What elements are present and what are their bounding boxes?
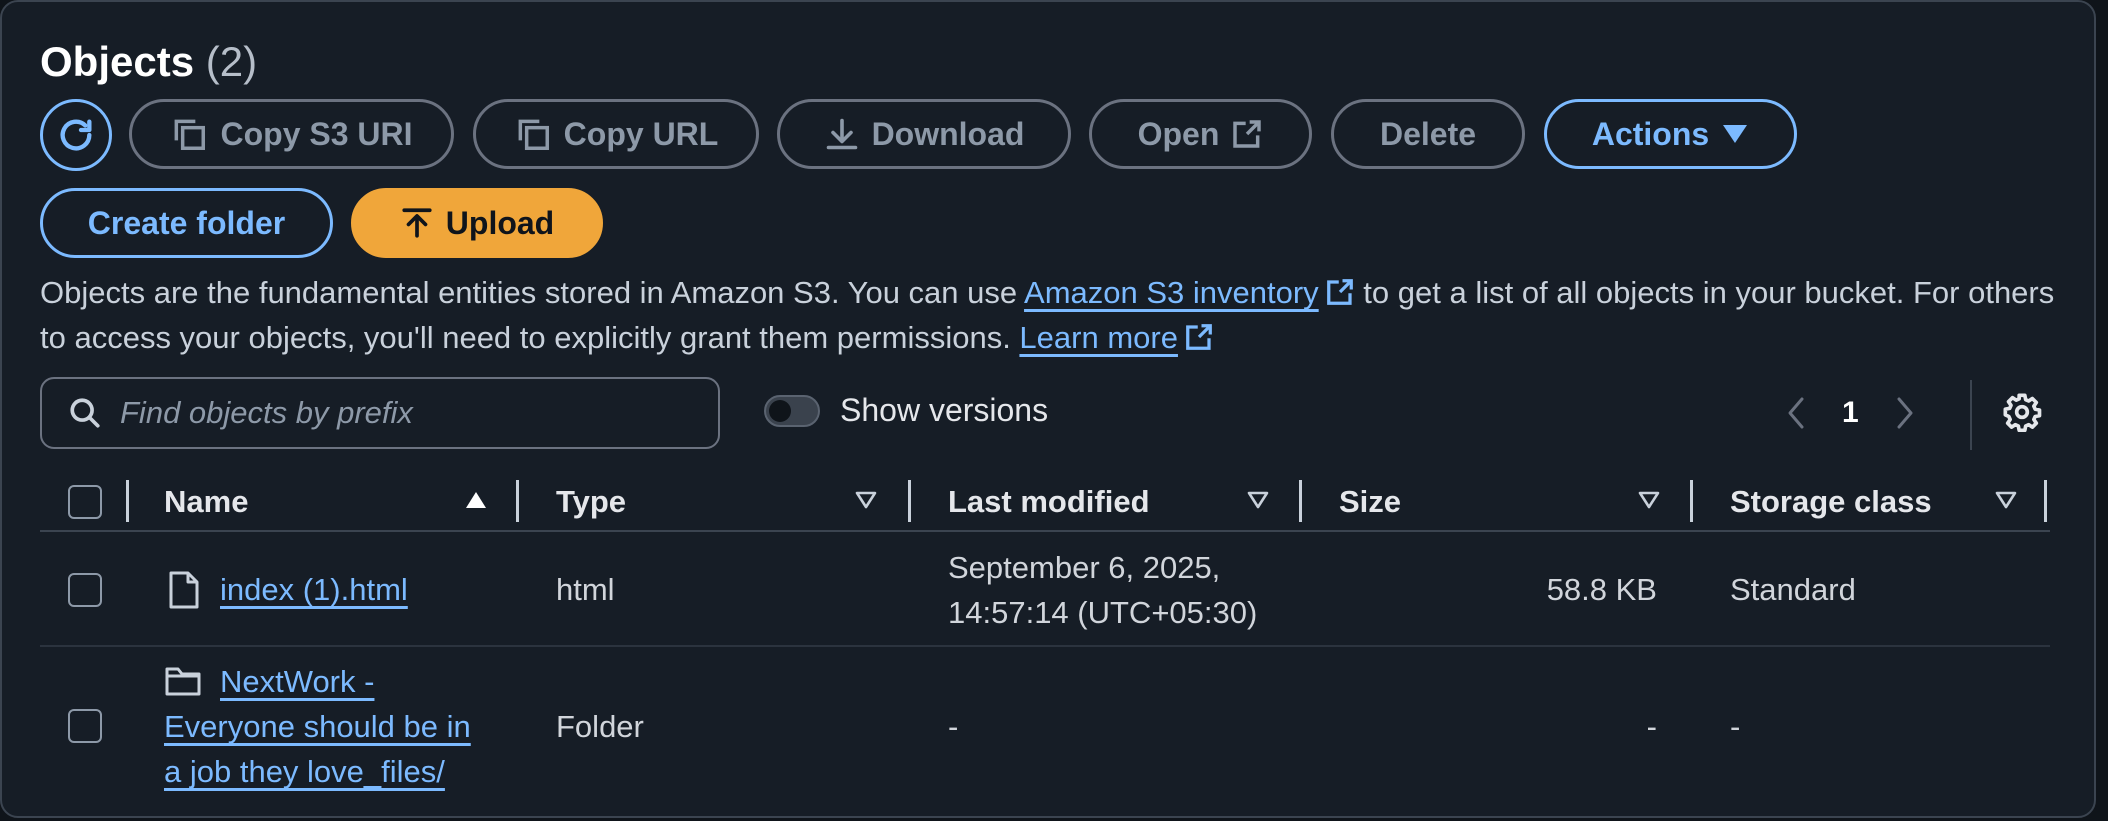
table-row: index (1).html html September 6, 2025, 1…	[40, 533, 2050, 647]
actions-label: Actions	[1591, 115, 1710, 152]
object-last-modified: -	[948, 709, 959, 744]
object-count: (2)	[205, 38, 258, 85]
copy-icon	[518, 119, 549, 150]
search-input[interactable]: Find objects by prefix	[40, 377, 720, 449]
file-icon	[169, 571, 199, 609]
delete-button[interactable]: Delete	[1331, 99, 1525, 169]
folder-name-link-line-2[interactable]: Everyone should be in	[164, 704, 471, 749]
upload-label: Upload	[445, 204, 555, 241]
object-type: html	[556, 572, 615, 607]
create-folder-label: Create folder	[87, 204, 286, 241]
sort-icon[interactable]	[1637, 490, 1661, 510]
upload-icon	[402, 208, 432, 238]
sort-icon[interactable]	[1994, 490, 2018, 510]
object-storage-class: -	[1730, 709, 1741, 744]
table-header: Name Type Last modified Size Storage cla…	[40, 472, 2050, 532]
object-type: Folder	[556, 709, 644, 744]
learn-more-link[interactable]: Learn more	[1019, 320, 1178, 355]
open-button[interactable]: Open	[1089, 99, 1312, 169]
amazon-s3-inventory-link[interactable]: Amazon S3 inventory	[1024, 275, 1319, 310]
download-icon	[826, 118, 857, 150]
copy-s3-uri-button[interactable]: Copy S3 URI	[129, 99, 454, 169]
refresh-button[interactable]	[40, 99, 112, 171]
delete-label: Delete	[1379, 115, 1477, 152]
external-link-icon	[1233, 120, 1262, 148]
folder-icon	[165, 667, 201, 696]
refresh-icon	[60, 119, 92, 151]
download-label: Download	[871, 115, 1025, 152]
row-checkbox[interactable]	[68, 573, 102, 607]
column-header-name[interactable]: Name	[164, 472, 248, 532]
show-versions-control: Show versions	[764, 392, 1048, 429]
pagination-divider	[1970, 380, 1972, 450]
column-header-type[interactable]: Type	[556, 472, 626, 532]
column-header-size[interactable]: Size	[1339, 472, 1401, 532]
select-all-checkbox[interactable]	[68, 485, 102, 519]
copy-url-button[interactable]: Copy URL	[473, 99, 759, 169]
download-button[interactable]: Download	[777, 99, 1071, 169]
column-separator	[126, 480, 129, 522]
copy-s3-uri-label: Copy S3 URI	[220, 115, 413, 152]
object-size: 58.8 KB	[1546, 572, 1657, 607]
open-label: Open	[1137, 115, 1220, 152]
object-last-modified: September 6, 2025, 14:57:14 (UTC+05:30)	[948, 545, 1257, 635]
external-link-icon	[1186, 324, 1212, 350]
copy-url-label: Copy URL	[563, 115, 719, 152]
caret-down-icon	[1723, 125, 1748, 143]
sort-icon[interactable]	[854, 490, 878, 510]
search-icon	[70, 398, 100, 428]
table-row: NextWork - Everyone should be in a job t…	[40, 647, 2050, 797]
objects-description: Objects are the fundamental entities sto…	[40, 270, 2070, 360]
row-checkbox[interactable]	[68, 709, 102, 743]
folder-name-link-line-1[interactable]: NextWork -	[220, 659, 374, 704]
column-separator[interactable]	[1299, 480, 1302, 522]
column-separator[interactable]	[1690, 480, 1693, 522]
column-header-last-modified[interactable]: Last modified	[948, 472, 1150, 532]
search-placeholder: Find objects by prefix	[120, 395, 413, 430]
column-separator[interactable]	[908, 480, 911, 522]
column-separator[interactable]	[2044, 480, 2047, 522]
folder-name-link-line-3[interactable]: a job they love_files/	[164, 749, 445, 794]
actions-dropdown-button[interactable]: Actions	[1544, 99, 1797, 169]
last-modified-time: 14:57:14 (UTC+05:30)	[948, 595, 1258, 630]
external-link-icon	[1326, 279, 1353, 305]
page-title: Objects (2)	[40, 38, 257, 86]
pagination: 1	[1784, 380, 1972, 450]
current-page[interactable]: 1	[1842, 396, 1859, 430]
description-text-1: Objects are the fundamental entities sto…	[40, 275, 1025, 310]
upload-button[interactable]: Upload	[351, 188, 603, 258]
sort-icon[interactable]	[1246, 490, 1270, 510]
show-versions-label: Show versions	[840, 392, 1049, 428]
object-name-link[interactable]: index (1).html	[220, 567, 408, 612]
copy-icon	[175, 119, 206, 150]
show-versions-toggle[interactable]	[764, 394, 820, 427]
object-storage-class: Standard	[1730, 572, 1856, 607]
chevron-left-icon[interactable]	[1784, 395, 1808, 431]
object-size: -	[1646, 709, 1657, 744]
column-header-storage-class[interactable]: Storage class	[1730, 472, 1932, 532]
sort-ascending-icon[interactable]	[464, 490, 488, 510]
create-folder-button[interactable]: Create folder	[40, 188, 333, 258]
last-modified-date: September 6, 2025,	[948, 550, 1221, 585]
gear-icon[interactable]	[2002, 392, 2042, 432]
chevron-right-icon[interactable]	[1893, 395, 1917, 431]
column-separator[interactable]	[516, 480, 519, 522]
title-text: Objects	[40, 38, 195, 85]
objects-panel: Objects (2) Copy S3 URI Copy URL Downloa…	[0, 0, 2096, 818]
